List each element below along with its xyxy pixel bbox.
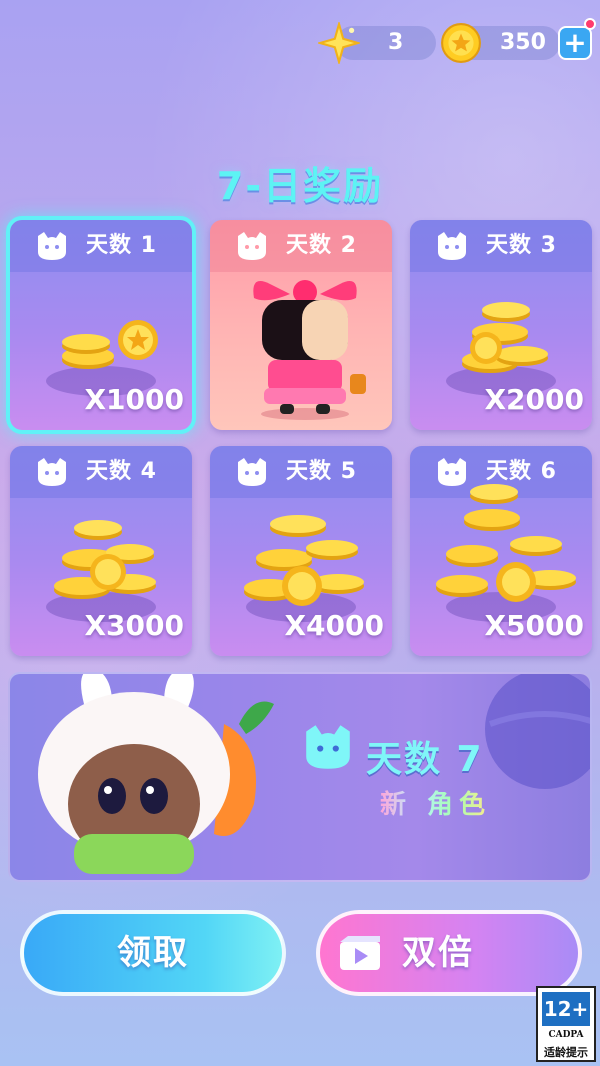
age-rating: 12+ <box>542 992 590 1026</box>
day-1-amount: X1000 <box>84 383 184 416</box>
cat-icon <box>438 232 466 260</box>
claim-button[interactable]: 领取 <box>20 910 286 996</box>
day-1-card[interactable]: 天数 1 X1000 <box>6 216 196 434</box>
day-2-label: 天数 2 <box>286 233 357 258</box>
double-button-label: 双倍 <box>402 933 474 973</box>
rating-organization: CADPA <box>548 1030 584 1040</box>
coin-icon <box>441 23 481 63</box>
new-character-label: 新 角色 <box>380 784 491 821</box>
stars-count: 3 <box>388 30 404 55</box>
video-icon <box>340 936 380 970</box>
day-2-card[interactable]: 天数 2 <box>210 220 392 430</box>
double-reward-button[interactable]: 双倍 <box>316 910 582 996</box>
add-coins-button[interactable]: + <box>558 26 592 60</box>
day-5-header: 天数 5 <box>210 446 392 498</box>
day-4-card[interactable]: 天数 4 X3000 <box>10 446 192 656</box>
day-6-card[interactable]: 天数 6 X5000 <box>410 446 592 656</box>
star-icon <box>318 22 360 64</box>
cat-icon <box>238 232 266 260</box>
coin-stack-image <box>62 320 158 369</box>
day-3-amount: X2000 <box>484 383 584 416</box>
day-3-header: 天数 3 <box>410 220 592 272</box>
character-doll-image <box>253 280 366 420</box>
day-3-label: 天数 3 <box>486 233 557 258</box>
notification-dot <box>584 18 596 30</box>
cat-icon <box>238 458 266 486</box>
day-4-header: 天数 4 <box>10 446 192 498</box>
day-4-amount: X3000 <box>84 609 184 642</box>
cat-icon <box>306 725 350 769</box>
planet-decoration <box>485 674 590 789</box>
coin-pile-image <box>462 302 548 373</box>
day-4-label: 天数 4 <box>86 459 157 484</box>
page-title: 7-日奖励 <box>216 164 384 208</box>
day-5-label: 天数 5 <box>286 459 357 484</box>
age-rating-badge: 12+ CADPA 适龄提示 <box>536 986 596 1062</box>
rating-tip: 适龄提示 <box>544 1046 588 1059</box>
day-1-header: 天数 1 <box>10 220 192 272</box>
coin-pile-image <box>54 520 156 599</box>
day-5-amount: X4000 <box>284 609 384 642</box>
coin-pile-image <box>244 515 364 606</box>
claim-button-label: 领取 <box>117 933 189 973</box>
cat-icon <box>38 232 66 260</box>
day-3-card[interactable]: 天数 3 X2000 <box>410 220 592 430</box>
day-7-card[interactable] <box>8 672 592 882</box>
cat-icon <box>38 458 66 486</box>
coins-count: 350 <box>500 30 546 55</box>
day-1-label: 天数 1 <box>86 233 157 258</box>
coin-pile-image <box>436 484 576 602</box>
bunny-character-image <box>38 674 274 874</box>
day-7-label: 天数 7 <box>366 739 484 780</box>
day-5-card[interactable]: 天数 5 X4000 <box>210 446 392 656</box>
day-6-amount: X5000 <box>484 609 584 642</box>
